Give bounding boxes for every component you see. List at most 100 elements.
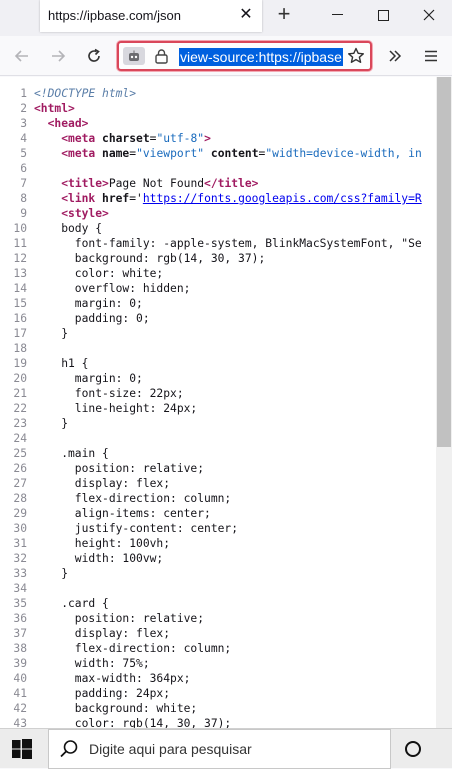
source-token: charset xyxy=(102,132,150,145)
source-line: 43 color: rgb(14, 30, 37); xyxy=(0,716,436,728)
line-number: 37 xyxy=(13,627,27,640)
menu-button[interactable] xyxy=(418,44,444,68)
source-line: 7 <title>Page Not Found</title> xyxy=(0,176,436,191)
tab-strip: https://ipbase.com/json ✕ + xyxy=(0,0,452,36)
vertical-scrollbar[interactable] xyxy=(436,77,452,728)
line-number: 27 xyxy=(13,477,27,490)
source-line: 40 max-width: 364px; xyxy=(0,671,436,686)
source-token: .card { xyxy=(34,597,109,610)
address-bar[interactable]: view-source:https://ipbase. xyxy=(117,41,372,71)
line-number: 41 xyxy=(13,687,27,700)
forward-button[interactable] xyxy=(45,44,71,68)
reload-icon xyxy=(88,48,100,62)
line-number: 8 xyxy=(20,192,27,205)
line-number: 21 xyxy=(13,387,27,400)
source-token: font-size: 22px; xyxy=(34,387,184,400)
window-close-button[interactable] xyxy=(406,0,452,30)
line-number: 32 xyxy=(13,552,27,565)
remote-control-icon[interactable] xyxy=(123,47,145,65)
source-token xyxy=(34,147,61,160)
source-token: display: flex; xyxy=(34,627,171,640)
source-token xyxy=(34,192,61,205)
line-number: 7 xyxy=(20,177,27,190)
source-token: justify-content: center; xyxy=(34,522,239,535)
window-maximize-button[interactable] xyxy=(360,0,406,30)
source-line: 22 line-height: 24px; xyxy=(0,401,436,416)
line-number: 14 xyxy=(13,282,27,295)
source-token: align-items: center; xyxy=(34,507,211,520)
source-line: 14 overflow: hidden; xyxy=(0,281,436,296)
source-token xyxy=(34,132,61,145)
new-tab-icon[interactable]: + xyxy=(272,3,296,27)
line-number: 20 xyxy=(13,372,27,385)
line-number: 43 xyxy=(13,717,27,728)
source-token: body { xyxy=(34,222,103,235)
source-line: 20 margin: 0; xyxy=(0,371,436,386)
source-token: padding: 24px; xyxy=(34,687,171,700)
tab-active[interactable]: https://ipbase.com/json ✕ xyxy=(40,0,262,32)
source-token: font-family: -apple-system, BlinkMacSyst… xyxy=(34,237,422,250)
lock-icon[interactable] xyxy=(155,49,168,69)
url-input[interactable]: view-source:https://ipbase. xyxy=(179,48,343,66)
line-number: 34 xyxy=(13,582,27,595)
source-line: 12 background: rgb(14, 30, 37); xyxy=(0,251,436,266)
source-line: 27 display: flex; xyxy=(0,476,436,491)
source-token: margin: 0; xyxy=(34,297,143,310)
source-token: position: relative; xyxy=(34,612,205,625)
source-token: </title> xyxy=(204,177,259,190)
source-token: overflow: hidden; xyxy=(34,282,191,295)
scrollbar-thumb[interactable] xyxy=(437,77,451,447)
source-line: 17 } xyxy=(0,326,436,341)
overflow-button[interactable] xyxy=(382,44,408,68)
maximize-icon xyxy=(377,9,389,21)
source-line: 28 flex-direction: column; xyxy=(0,491,436,506)
line-number: 39 xyxy=(13,657,27,670)
source-line: 16 padding: 0; xyxy=(0,311,436,326)
source-token xyxy=(34,207,61,220)
source-line: 39 width: 75%; xyxy=(0,656,436,671)
taskbar-search-box[interactable]: Digite aqui para pesquisar xyxy=(48,729,391,769)
line-number: 19 xyxy=(13,357,27,370)
source-token xyxy=(34,117,48,130)
source-token: flex-direction: column; xyxy=(34,492,232,505)
source-line: 3 <head> xyxy=(0,116,436,131)
cortana-circle-icon[interactable] xyxy=(405,741,421,757)
windows-start-icon[interactable] xyxy=(12,739,32,764)
line-number: 15 xyxy=(13,297,27,310)
reload-button[interactable] xyxy=(81,44,107,68)
line-number: 17 xyxy=(13,327,27,340)
line-number: 18 xyxy=(13,342,27,355)
source-line: 34 xyxy=(0,581,436,596)
window-minimize-button[interactable] xyxy=(314,0,360,30)
source-token: <title> xyxy=(61,177,109,190)
source-token: <html> xyxy=(34,102,75,115)
source-line: 24 xyxy=(0,431,436,446)
line-number: 4 xyxy=(20,132,27,145)
view-source-content: 1 <!DOCTYPE html> 2 <html> 3 <head> 4 <meta c… xyxy=(0,77,436,728)
source-token: width: 75%; xyxy=(34,657,150,670)
source-token: <meta xyxy=(61,147,103,160)
back-button[interactable] xyxy=(9,44,35,68)
source-line: 31 height: 100vh; xyxy=(0,536,436,551)
bookmark-star-icon[interactable] xyxy=(347,47,365,70)
line-number: 35 xyxy=(13,597,27,610)
line-number: 23 xyxy=(13,417,27,430)
line-number: 10 xyxy=(13,222,27,235)
navigation-toolbar: view-source:https://ipbase. xyxy=(0,36,452,76)
chevron-double-right-icon xyxy=(389,50,402,62)
source-token: <!DOCTYPE html> xyxy=(34,87,137,100)
tab-title: https://ipbase.com/json xyxy=(48,8,181,23)
source-line: 9 <style> xyxy=(0,206,436,221)
line-number: 40 xyxy=(13,672,27,685)
line-number: 9 xyxy=(20,207,27,220)
line-number: 11 xyxy=(13,237,27,250)
source-token: } xyxy=(34,417,69,430)
source-token: line-height: 24px; xyxy=(34,402,198,415)
source-token: width: 100vw; xyxy=(34,552,164,565)
search-placeholder: Digite aqui para pesquisar xyxy=(89,741,252,757)
source-link[interactable]: https://fonts.googleapis.com/css?family=… xyxy=(143,192,422,205)
line-number: 2 xyxy=(20,102,27,115)
source-line: 23 } xyxy=(0,416,436,431)
tab-close-icon[interactable]: ✕ xyxy=(236,5,256,25)
source-token: > xyxy=(204,132,211,145)
